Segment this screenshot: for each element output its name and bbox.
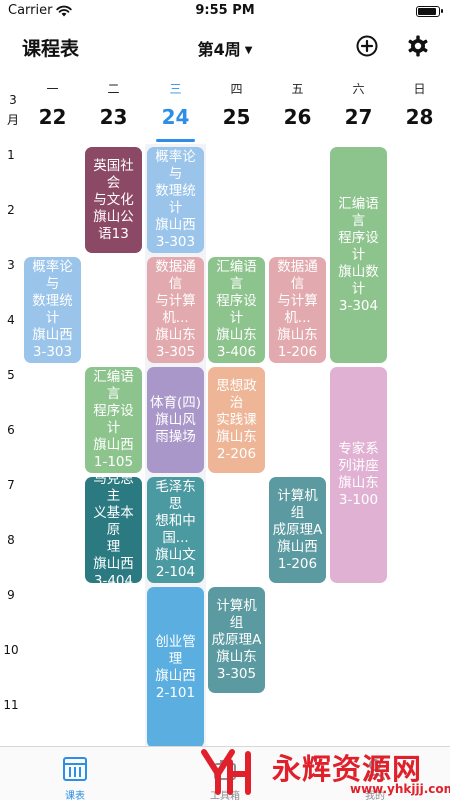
- course-block[interactable]: 计算机组 成原理A 旗山西 1-206: [269, 477, 326, 583]
- day-column-2[interactable]: 二 23: [83, 72, 144, 144]
- course-label: 数据通信 与计算 机... 旗山东 1-206: [277, 259, 318, 360]
- course-label: 汇编语言 程序设计 旗山数计 3-304: [338, 195, 379, 314]
- week-selector[interactable]: 第4周 ▼: [180, 36, 270, 60]
- battery-icon: [416, 6, 443, 17]
- period-number: 4: [7, 313, 15, 327]
- period-number: 9: [7, 588, 15, 602]
- day-column-4[interactable]: 四 25: [206, 72, 267, 144]
- course-block[interactable]: 概率论与 数理统计 旗山西 3-303: [24, 257, 81, 363]
- tab-schedule[interactable]: 课表: [0, 747, 150, 800]
- schedule-grid: 1 2 3 4 5 6 7 8 9 10 11 英国社会 与文化 旗山公 语13 概率论与 数理统计 旗…: [0, 144, 450, 746]
- watermark-url: www.yhkjjj.com: [350, 782, 450, 796]
- course-block[interactable]: 汇编语言 程序设计 旗山数计 3-304: [330, 147, 387, 363]
- course-label: 数据通信 与计算 机... 旗山东 3-305: [155, 259, 196, 360]
- weekday-label: 三: [169, 82, 182, 96]
- add-course-button[interactable]: [355, 34, 379, 58]
- timetable-icon: [63, 757, 87, 781]
- period-number: 5: [7, 368, 15, 382]
- period-number: 6: [7, 423, 15, 437]
- weekday-label: 四: [230, 82, 243, 96]
- date-label: 22: [38, 105, 67, 129]
- battery-fill: [418, 8, 436, 15]
- course-label: 专家系 列讲座 旗山东 3-100: [338, 441, 379, 508]
- course-block[interactable]: 汇编语言 程序设计 旗山东 3-406: [208, 257, 265, 363]
- period-number: 7: [7, 478, 15, 492]
- course-block[interactable]: 数据通信 与计算 机... 旗山东 3-305: [147, 257, 204, 363]
- nav-bar: 课程表 第4周 ▼: [0, 24, 450, 68]
- tab-label-schedule: 课表: [65, 791, 85, 800]
- period-number: 8: [7, 533, 15, 547]
- status-time: 9:55 PM: [195, 3, 255, 18]
- course-label: 英国社会 与文化 旗山公 语13: [93, 157, 134, 242]
- course-label: 创业管理 旗山西 2-101: [155, 633, 196, 701]
- course-label: 毛泽东思 想和中 国... 旗山文 2-104: [155, 479, 196, 580]
- course-label: 概率论与 数理统计 旗山西 3-303: [155, 149, 196, 250]
- weekday-label: 日: [413, 82, 426, 96]
- course-block[interactable]: 毛泽东思 想和中 国... 旗山文 2-104: [147, 477, 204, 583]
- course-block[interactable]: 专家系 列讲座 旗山东 3-100: [330, 367, 387, 583]
- course-label: 汇编语言 程序设计 旗山西 1-105: [93, 369, 134, 470]
- course-label: 概率论与 数理统计 旗山西 3-303: [32, 259, 73, 360]
- today-indicator: [156, 139, 195, 142]
- day-column-3[interactable]: 三 24: [145, 72, 206, 144]
- period-number: 3: [7, 258, 15, 272]
- course-block[interactable]: 体育(四) 旗山风 雨操场: [147, 367, 204, 473]
- course-block[interactable]: 计算机组 成原理A 旗山东 3-305: [208, 587, 265, 693]
- date-label: 25: [222, 105, 251, 129]
- weekday-label: 一: [46, 82, 59, 96]
- course-block[interactable]: 思想政治 实践课 旗山东 2-206: [208, 367, 265, 473]
- course-block[interactable]: 汇编语言 程序设计 旗山西 1-105: [85, 367, 142, 473]
- gear-icon[interactable]: [406, 34, 430, 58]
- course-block[interactable]: 马克思主 义基本原 理 旗山西 3-404: [85, 477, 142, 583]
- course-label: 计算机组 成原理A 旗山西 1-206: [272, 487, 323, 572]
- period-number: 10: [3, 643, 19, 657]
- course-label: 体育(四) 旗山风 雨操场: [149, 394, 202, 445]
- course-label: 汇编语言 程序设计 旗山东 3-406: [216, 259, 257, 360]
- day-column-6[interactable]: 六 27: [328, 72, 389, 144]
- weekday-label: 二: [107, 82, 120, 96]
- status-bar: Carrier 9:55 PM: [0, 0, 450, 24]
- weekday-label: 五: [291, 82, 304, 96]
- course-block[interactable]: 概率论与 数理统计 旗山西 3-303: [147, 147, 204, 253]
- course-label: 马克思主 义基本原 理 旗山西 3-404: [93, 477, 134, 583]
- day-column-1[interactable]: 一 22: [22, 72, 83, 144]
- date-label: 24: [161, 105, 190, 129]
- date-label: 26: [283, 105, 312, 129]
- course-label: 计算机组 成原理A 旗山东 3-305: [211, 597, 262, 682]
- weekday-label: 六: [352, 82, 365, 96]
- day-header: 3 月 一 22 二 23 三 24 四 25 五 26 六 27 日 28: [0, 72, 450, 144]
- date-label: 23: [99, 105, 128, 129]
- course-block[interactable]: 创业管理 旗山西 2-101: [147, 587, 204, 746]
- day-column-7[interactable]: 日 28: [389, 72, 450, 144]
- page-title: 课程表: [22, 38, 80, 60]
- date-label: 27: [344, 105, 373, 129]
- period-number: 11: [3, 698, 19, 712]
- watermark: 永辉资源网 www.yhkjjj.com: [200, 740, 450, 800]
- course-label: 思想政治 实践课 旗山东 2-206: [216, 377, 257, 462]
- date-label: 28: [405, 105, 434, 129]
- course-block[interactable]: 英国社会 与文化 旗山公 语13: [85, 147, 142, 253]
- watermark-logo-icon: [201, 749, 251, 795]
- period-number: 1: [7, 148, 15, 162]
- month-label: 3 月: [7, 93, 20, 127]
- period-number: 2: [7, 203, 15, 217]
- week-label: 第4周: [197, 40, 241, 59]
- course-block[interactable]: 数据通信 与计算 机... 旗山东 1-206: [269, 257, 326, 363]
- caret-down-icon: ▼: [244, 45, 253, 56]
- day-column-5[interactable]: 五 26: [267, 72, 328, 144]
